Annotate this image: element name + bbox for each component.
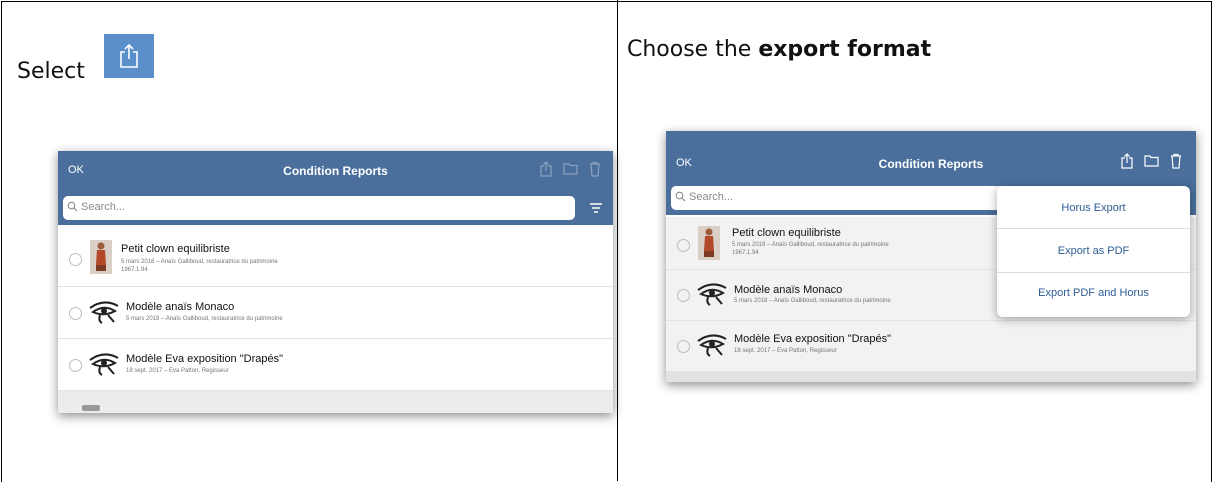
list-footer	[666, 372, 1196, 382]
search-input[interactable]: Search...	[671, 186, 1011, 210]
selection-radio[interactable]	[677, 239, 690, 252]
nav-title: Condition Reports	[878, 157, 984, 171]
item-subtitle: 5 mars 2018 – Anaïs Galliboud, restaurat…	[126, 316, 283, 322]
list-item[interactable]: Modèle Eva exposition "Drapés" 18 sept. …	[58, 339, 613, 391]
nav-actions	[1121, 153, 1182, 169]
step-instruction-select: Select	[17, 59, 85, 84]
item-subtitle: 18 sept. 2017 – Eva Patton, Regisseur	[126, 368, 229, 374]
menu-divider	[997, 272, 1190, 273]
item-title: Petit clown equilibriste	[121, 243, 230, 255]
export-pdf-option[interactable]: Export as PDF	[997, 245, 1190, 257]
select-text: Select	[17, 59, 85, 84]
item-inventory-number: 1967.1.94	[121, 267, 148, 273]
eye-of-horus-icon	[697, 283, 727, 306]
export-pdf-and-horus-option[interactable]: Export PDF and Horus	[997, 287, 1190, 299]
eye-of-horus-icon	[89, 301, 119, 324]
eye-of-horus-icon	[697, 334, 727, 357]
statue-thumbnail	[698, 226, 720, 260]
item-subtitle: 5 mars 2018 – Anaïs Galliboud, restaurat…	[121, 259, 278, 265]
folder-icon[interactable]	[1144, 153, 1159, 167]
menu-divider	[997, 228, 1190, 229]
search-placeholder: Search...	[689, 191, 734, 203]
selection-radio[interactable]	[677, 289, 690, 302]
share-icon[interactable]	[540, 161, 552, 177]
nav-title: Condition Reports	[283, 164, 388, 178]
nav-bar: OK Condition Reports	[666, 131, 1196, 181]
item-inventory-number: 1967.1.94	[732, 250, 759, 256]
share-icon-badge	[104, 34, 154, 78]
list-item[interactable]: Modèle anaïs Monaco 5 mars 2018 – Anaïs …	[58, 287, 613, 339]
eye-of-horus-icon	[89, 353, 119, 376]
search-placeholder: Search...	[81, 201, 126, 213]
instruction-bold: export format	[758, 37, 932, 62]
instruction-prefix: Choose the	[627, 37, 759, 62]
list-item[interactable]: Modèle Eva exposition "Drapés" 18 sept. …	[666, 321, 1196, 372]
selection-radio[interactable]	[69, 307, 82, 320]
item-subtitle: 5 mars 2018 – Anaïs Galliboud, restaurat…	[734, 298, 891, 304]
search-icon	[67, 201, 78, 212]
item-title: Modèle Eva exposition "Drapés"	[126, 353, 284, 365]
selection-radio[interactable]	[677, 340, 690, 353]
nav-actions	[540, 161, 601, 177]
share-icon[interactable]	[1121, 153, 1133, 169]
item-title: Modèle anaïs Monaco	[734, 284, 843, 296]
step-instruction-export: Choose the export format	[627, 37, 931, 62]
filter-icon[interactable]	[589, 202, 603, 214]
app-screenshot-left: OK Condition Reports Search... Petit clo…	[58, 151, 613, 413]
export-format-popover: Horus Export Export as PDF Export PDF an…	[997, 186, 1190, 317]
nav-bar: OK Condition Reports	[58, 151, 613, 191]
app-screenshot-right: OK Condition Reports Search... Petit clo…	[666, 131, 1196, 382]
item-title: Petit clown equilibriste	[732, 227, 841, 239]
trash-icon[interactable]	[589, 161, 601, 177]
folder-icon[interactable]	[563, 161, 578, 175]
selection-radio[interactable]	[69, 253, 82, 266]
horus-export-option[interactable]: Horus Export	[997, 202, 1190, 214]
item-title: Modèle anaïs Monaco	[126, 301, 235, 313]
trash-icon[interactable]	[1170, 153, 1182, 169]
list-item-partial	[58, 391, 613, 413]
table-column-divider	[617, 0, 618, 481]
folder-icon	[82, 405, 100, 411]
selection-radio[interactable]	[69, 359, 82, 372]
item-subtitle: 5 mars 2018 – Anaïs Galliboud, restaurat…	[732, 242, 889, 248]
statue-thumbnail	[90, 240, 112, 274]
item-title: Modèle Eva exposition "Drapés"	[734, 333, 892, 345]
list-item[interactable]: Petit clown equilibriste 5 mars 2018 – A…	[58, 231, 613, 287]
search-area: Search...	[58, 191, 613, 225]
item-subtitle: 18 sept. 2017 – Eva Patton, Regisseur	[734, 348, 837, 354]
search-input[interactable]: Search...	[63, 196, 575, 220]
share-icon	[120, 43, 138, 68]
search-icon	[675, 191, 686, 202]
